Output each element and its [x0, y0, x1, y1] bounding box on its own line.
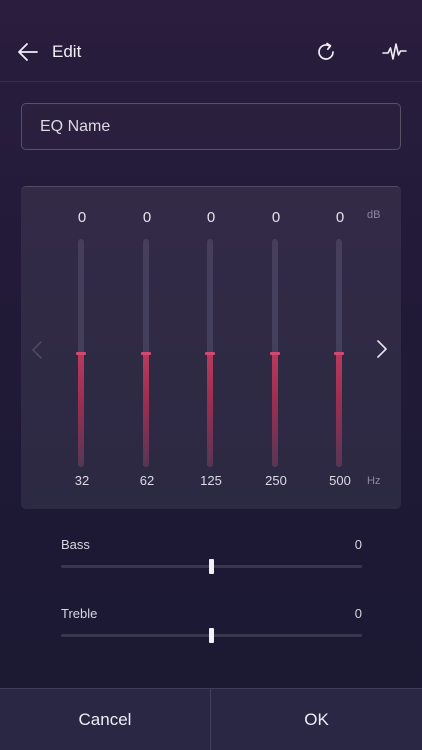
- band-frequency-label: 125: [200, 473, 222, 488]
- eq-band-250: 0 250: [256, 187, 296, 510]
- band-slider-fill: [143, 353, 149, 467]
- chevron-right-icon[interactable]: [376, 339, 388, 359]
- bass-slider-thumb[interactable]: [209, 559, 214, 574]
- band-frequency-label: 500: [329, 473, 351, 488]
- band-frequency-label: 250: [265, 473, 287, 488]
- band-slider-fill: [272, 353, 278, 467]
- bass-value: 0: [354, 537, 362, 552]
- reset-icon[interactable]: [314, 40, 338, 64]
- treble-value: 0: [354, 606, 362, 621]
- band-gain-value: 0: [335, 209, 345, 226]
- eq-band-500: 0 500: [320, 187, 360, 510]
- band-slider-fill: [78, 353, 84, 467]
- eq-band-62: 0 62: [127, 187, 167, 510]
- header-bar: Edit: [0, 0, 422, 82]
- band-frequency-label: 32: [74, 473, 90, 488]
- band-gain-value: 0: [206, 209, 216, 226]
- treble-label: Treble: [61, 606, 98, 621]
- band-slider-fill: [207, 353, 213, 467]
- equalizer-panel: dB Hz 0 32 0 62 0 125 0 250 0 500: [21, 186, 401, 509]
- waveform-icon[interactable]: [382, 41, 407, 63]
- eq-name-input[interactable]: [21, 103, 401, 150]
- hz-unit-label: Hz: [367, 475, 381, 487]
- action-bar: Cancel OK: [0, 688, 422, 750]
- band-slider-handle[interactable]: [270, 352, 280, 355]
- chevron-left-icon[interactable]: [31, 340, 43, 360]
- treble-slider-thumb[interactable]: [209, 628, 214, 643]
- band-slider-fill: [336, 353, 342, 467]
- treble-slider-track[interactable]: [61, 628, 362, 643]
- band-frequency-label: 62: [139, 473, 155, 488]
- page-title: Edit: [52, 42, 82, 61]
- band-slider-handle[interactable]: [141, 352, 151, 355]
- cancel-button[interactable]: Cancel: [0, 689, 211, 750]
- band-gain-value: 0: [77, 209, 87, 226]
- band-gain-value: 0: [271, 209, 281, 226]
- back-arrow-icon[interactable]: [17, 42, 39, 62]
- bass-slider-track[interactable]: [61, 559, 362, 574]
- ok-button[interactable]: OK: [211, 689, 422, 750]
- eq-band-32: 0 32: [62, 187, 102, 510]
- bass-label: Bass: [61, 537, 90, 552]
- band-slider-handle[interactable]: [334, 352, 344, 355]
- db-unit-label: dB: [367, 209, 381, 221]
- band-slider-handle[interactable]: [76, 352, 86, 355]
- eq-band-125: 0 125: [191, 187, 231, 510]
- band-gain-value: 0: [142, 209, 152, 226]
- band-slider-handle[interactable]: [205, 352, 215, 355]
